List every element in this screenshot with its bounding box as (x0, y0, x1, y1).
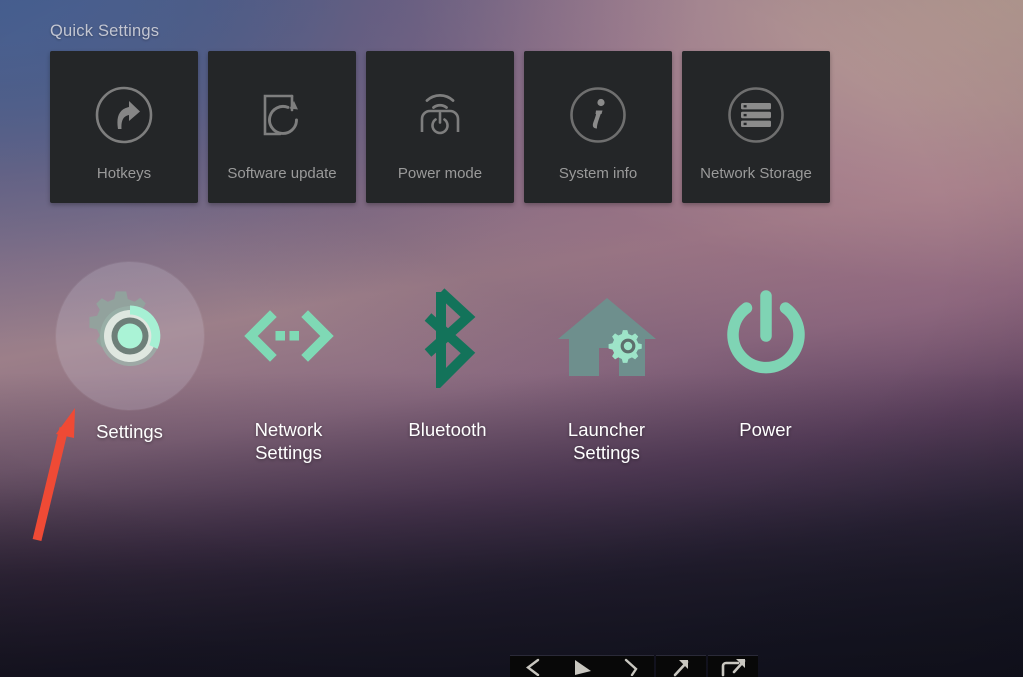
software-update-refresh-icon (246, 79, 318, 151)
home-triangle-icon (575, 659, 591, 675)
app-label: Network Settings (254, 419, 323, 463)
power-mode-wireless-icon (404, 79, 476, 151)
app-settings[interactable]: Settings (50, 262, 209, 464)
quick-tile-label: Power mode (397, 165, 483, 182)
nav-group-expand (656, 655, 706, 677)
system-navigation-bar (510, 655, 758, 677)
network-storage-server-icon (720, 79, 792, 151)
quick-tile-label: Hotkeys (96, 165, 152, 182)
main-app-row: Settings Network Settings Bluetooth Laun… (50, 262, 845, 464)
quick-tile-system-info[interactable]: System info (524, 51, 672, 203)
nav-back-button[interactable] (510, 656, 558, 677)
nav-home-button[interactable] (558, 656, 606, 677)
nav-group-primary (510, 655, 654, 677)
quick-tile-power-mode[interactable]: Power mode (366, 51, 514, 203)
nav-recents-button[interactable] (606, 656, 654, 677)
curved-arrow-up-right-icon (721, 658, 746, 676)
launcher-screen: Quick Settings Hotkeys Software update P… (0, 0, 1023, 677)
settings-icon-background (55, 262, 204, 410)
quick-settings-tile-row: Hotkeys Software update Power mode Syste… (50, 51, 850, 203)
network-settings-code-icon (243, 310, 334, 362)
nav-group-screenshot (708, 655, 758, 677)
nav-screenshot-button[interactable] (708, 656, 758, 677)
settings-gear-icon (88, 291, 160, 366)
app-bluetooth[interactable]: Bluetooth (368, 262, 527, 464)
app-launcher-settings[interactable]: Launcher Settings (527, 262, 686, 464)
app-label: Bluetooth (408, 419, 487, 440)
arrow-up-right-icon (673, 659, 689, 676)
quick-tile-label: Network Storage (700, 165, 812, 182)
quick-settings-section: Quick Settings Hotkeys Software update P… (50, 22, 850, 203)
quick-settings-title: Quick Settings (50, 22, 160, 40)
quick-tile-software-update[interactable]: Software update (208, 51, 356, 203)
app-label: Power (739, 419, 792, 440)
hotkeys-shortcut-arrow-icon (88, 79, 160, 151)
quick-tile-network-storage[interactable]: Network Storage (682, 51, 830, 203)
recents-triangle-icon (624, 658, 638, 676)
back-triangle-icon (526, 658, 540, 676)
quick-tile-hotkeys[interactable]: Hotkeys (50, 51, 198, 203)
app-power[interactable]: Power (686, 262, 845, 464)
launcher-settings-home-gear-icon (557, 298, 656, 376)
bluetooth-icon (424, 288, 475, 388)
quick-tile-label: System info (558, 165, 638, 182)
quick-tile-label: Software update (227, 165, 337, 182)
system-info-circle-i-icon (562, 79, 634, 151)
nav-expand-button[interactable] (656, 656, 706, 677)
app-network-settings[interactable]: Network Settings (209, 262, 368, 464)
app-label: Settings (96, 421, 163, 442)
app-label: Launcher Settings (567, 419, 646, 463)
power-button-icon (726, 290, 805, 374)
